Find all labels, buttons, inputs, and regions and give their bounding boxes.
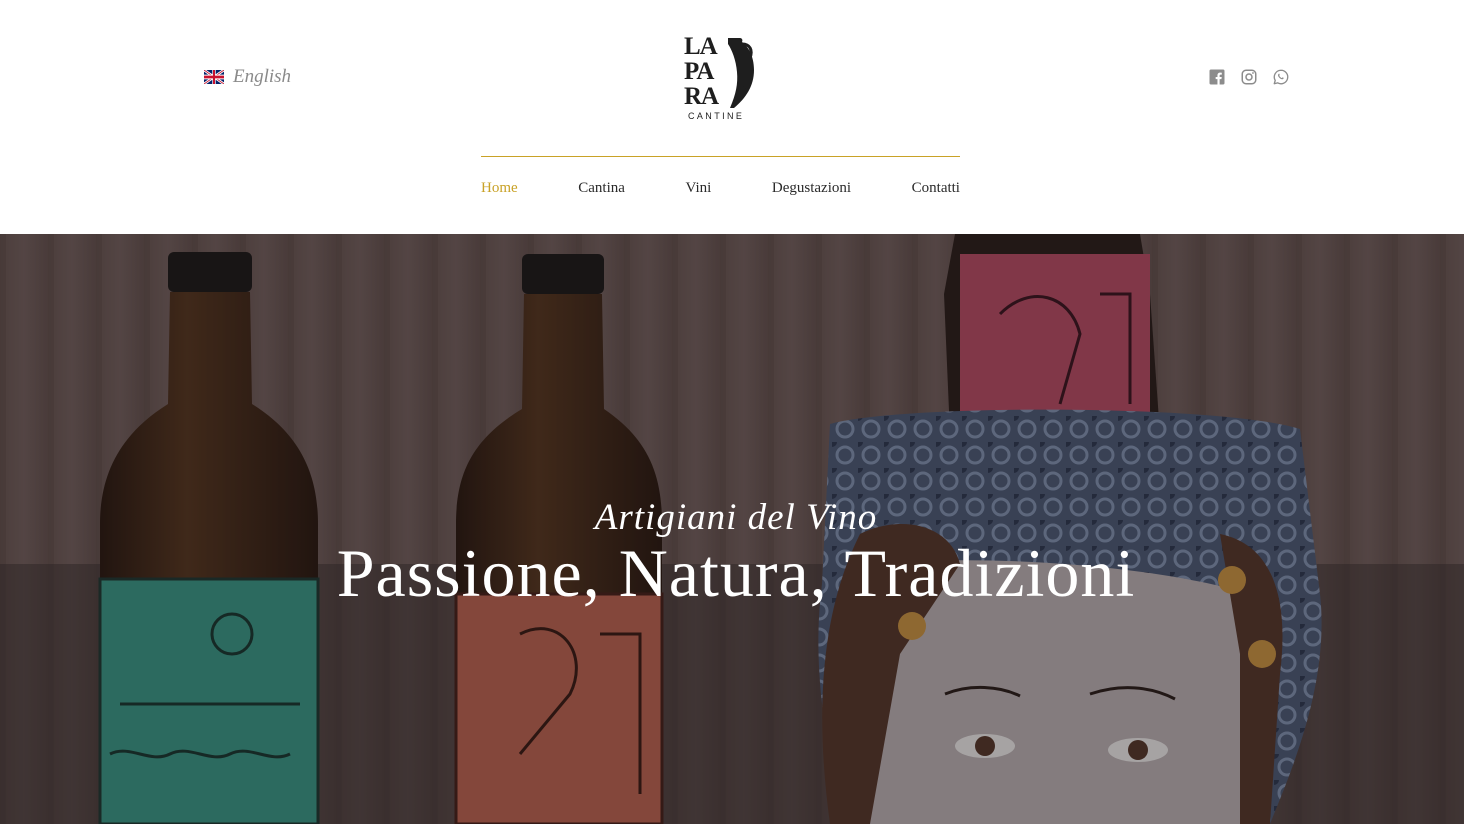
nav-divider <box>481 156 960 157</box>
hero-section: Artigiani del Vino Passione, Natura, Tra… <box>0 234 1464 824</box>
site-logo[interactable]: LA PA RA CANTINE <box>684 34 758 124</box>
main-nav: Home Cantina Vini Degustazioni Contatti <box>481 180 960 197</box>
nav-item-vini[interactable]: Vini <box>686 180 712 197</box>
facebook-icon[interactable] <box>1208 68 1226 86</box>
site-header: English LA PA RA CANTINE Home Cantina Vi… <box>0 0 1464 234</box>
nav-item-degustazioni[interactable]: Degustazioni <box>772 180 851 197</box>
nav-item-home[interactable]: Home <box>481 180 518 197</box>
whatsapp-icon[interactable] <box>1272 68 1290 86</box>
nav-item-contatti[interactable]: Contatti <box>912 180 960 197</box>
uk-flag-icon <box>204 70 224 84</box>
instagram-icon[interactable] <box>1240 68 1258 86</box>
hero-title: Passione, Natura, Tradizioni <box>336 535 1136 611</box>
language-label: English <box>233 66 292 87</box>
language-switcher[interactable]: English <box>204 66 291 88</box>
amphora-icon <box>728 38 754 108</box>
hero-subtitle: Artigiani del Vino <box>594 497 878 538</box>
nav-item-cantina[interactable]: Cantina <box>578 180 625 197</box>
logo-subtitle: CANTINE <box>688 111 745 121</box>
social-links <box>1208 68 1290 86</box>
